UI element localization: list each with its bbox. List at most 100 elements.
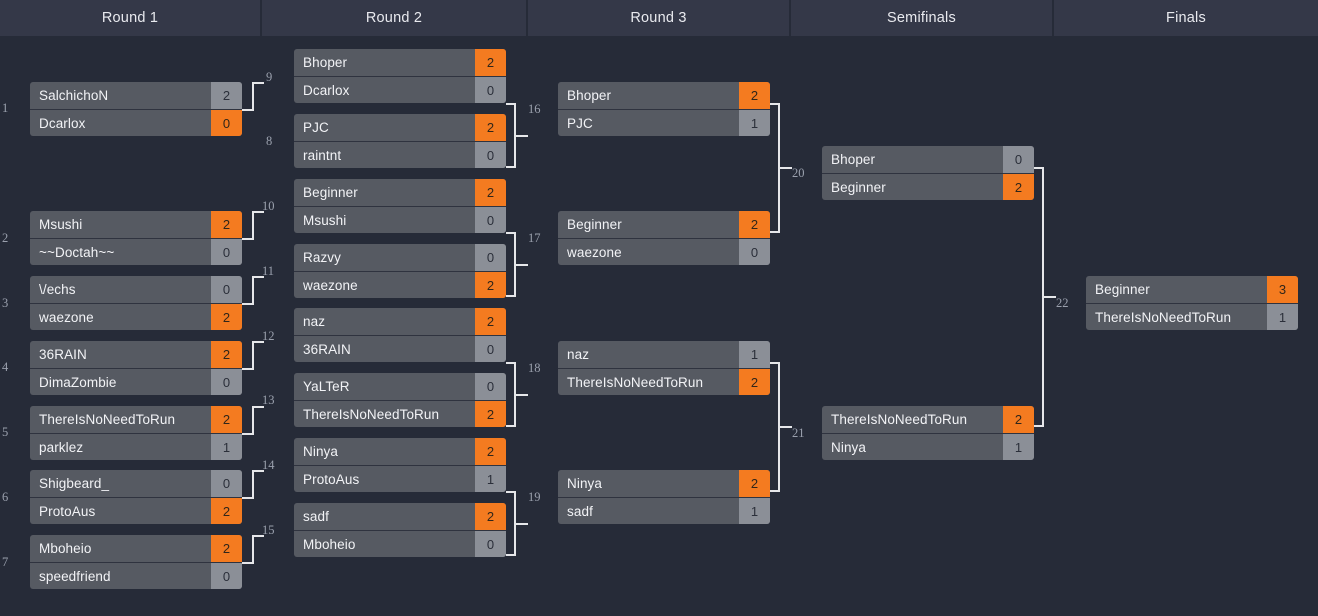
player-name: Bhoper (303, 55, 348, 70)
match-box[interactable]: YaLTeR 0 ThereIsNoNeedToRun 2 (294, 373, 506, 427)
match-slot[interactable]: Razvy 0 (294, 244, 506, 271)
match-slot[interactable]: sadf 2 (294, 503, 506, 530)
match-number: 18 (528, 361, 541, 375)
match-box[interactable]: Mboheio 2 speedfriend 0 (30, 535, 242, 589)
player-name: 36RAIN (39, 347, 87, 362)
match-slot[interactable]: Beginner 2 (822, 173, 1034, 200)
match-number: 6 (2, 490, 9, 504)
match-slot[interactable]: Bhoper 2 (294, 49, 506, 76)
match-box[interactable]: SalchichoN 2 Dcarlox 0 (30, 82, 242, 136)
match-box[interactable]: Beginner 2 Msushi 0 (294, 179, 506, 233)
match-box[interactable]: Bhoper 2 PJC 1 (558, 82, 770, 136)
player-score: 0 (211, 470, 242, 497)
match-slot[interactable]: Ninya 1 (822, 433, 1034, 460)
match-slot[interactable]: \/echs 0 (30, 276, 242, 303)
match-slot[interactable]: ProtoAus 1 (294, 465, 506, 492)
match-slot[interactable]: DimaZombie 0 (30, 368, 242, 395)
match-box[interactable]: \/echs 0 waezone 2 (30, 276, 242, 330)
player-name: Beginner (567, 217, 622, 232)
match-slot[interactable]: Msushi 0 (294, 206, 506, 233)
player-score: 2 (475, 401, 506, 427)
player-score: 1 (475, 466, 506, 492)
player-score: 2 (739, 369, 770, 395)
conn-sf-pair-20-21 (1034, 167, 1056, 427)
player-name: naz (567, 347, 590, 362)
match-box[interactable]: Ninya 2 sadf 1 (558, 470, 770, 524)
match-box[interactable]: naz 1 ThereIsNoNeedToRun 2 (558, 341, 770, 395)
match-slot[interactable]: 36RAIN 0 (294, 335, 506, 362)
player-score: 0 (475, 336, 506, 362)
match-box[interactable]: ThereIsNoNeedToRun 2 parklez 1 (30, 406, 242, 460)
match-box[interactable]: 36RAIN 2 DimaZombie 0 (30, 341, 242, 395)
player-name: parklez (39, 439, 84, 455)
match-box[interactable]: naz 2 36RAIN 0 (294, 308, 506, 362)
match-number: 10 (262, 199, 275, 213)
match-slot[interactable]: ThereIsNoNeedToRun 1 (1086, 303, 1298, 330)
match-slot[interactable]: ThereIsNoNeedToRun 2 (294, 400, 506, 427)
player-name: raintnt (303, 147, 342, 163)
match-slot[interactable]: waezone 2 (30, 303, 242, 330)
match-slot[interactable]: naz 1 (558, 341, 770, 368)
match-box[interactable]: Razvy 0 waezone 2 (294, 244, 506, 298)
conn-r3-pair-18-19 (770, 362, 792, 492)
match-slot[interactable]: Mboheio 2 (30, 535, 242, 562)
match-box[interactable]: Shigbeard_ 0 ProtoAus 2 (30, 470, 242, 524)
match-slot[interactable]: ThereIsNoNeedToRun 2 (558, 368, 770, 395)
match-slot[interactable]: Bhoper 0 (822, 146, 1034, 173)
match-slot[interactable]: SalchichoN 2 (30, 82, 242, 109)
conn-m3-to-m11 (242, 276, 264, 305)
match-slot[interactable]: Beginner 3 (1086, 276, 1298, 303)
player-name: PJC (567, 115, 593, 131)
connector-segment (778, 167, 792, 169)
match-slot[interactable]: PJC 1 (558, 109, 770, 136)
player-name: Bhoper (567, 88, 612, 103)
player-score: 0 (1003, 146, 1034, 173)
match-slot[interactable]: parklez 1 (30, 433, 242, 460)
match-slot[interactable]: waezone 0 (558, 238, 770, 265)
match-slot[interactable]: Ninya 2 (294, 438, 506, 465)
match-slot[interactable]: speedfriend 0 (30, 562, 242, 589)
player-score: 2 (211, 211, 242, 238)
match-slot[interactable]: PJC 2 (294, 114, 506, 141)
match-slot[interactable]: ~~Doctah~~ 0 (30, 238, 242, 265)
match-box[interactable]: Ninya 2 ProtoAus 1 (294, 438, 506, 492)
connector-segment (252, 276, 254, 305)
match-slot[interactable]: 36RAIN 2 (30, 341, 242, 368)
match-slot[interactable]: ThereIsNoNeedToRun 2 (30, 406, 242, 433)
connector-segment (514, 394, 528, 396)
player-name: ThereIsNoNeedToRun (567, 374, 704, 390)
match-box[interactable]: Bhoper 2 Dcarlox 0 (294, 49, 506, 103)
match-slot[interactable]: Dcarlox 0 (294, 76, 506, 103)
round-header-1: Round 1 (0, 0, 262, 36)
match-slot[interactable]: ThereIsNoNeedToRun 2 (822, 406, 1034, 433)
match-box[interactable]: Beginner 3 ThereIsNoNeedToRun 1 (1086, 276, 1298, 330)
player-name: YaLTeR (303, 379, 350, 394)
match-slot[interactable]: YaLTeR 0 (294, 373, 506, 400)
match-box[interactable]: sadf 2 Mboheio 0 (294, 503, 506, 557)
match-box[interactable]: Beginner 2 waezone 0 (558, 211, 770, 265)
match-number: 3 (2, 296, 9, 310)
match-slot[interactable]: waezone 2 (294, 271, 506, 298)
match-box[interactable]: ThereIsNoNeedToRun 2 Ninya 1 (822, 406, 1034, 460)
match-slot[interactable]: Beginner 2 (294, 179, 506, 206)
match-slot[interactable]: Bhoper 2 (558, 82, 770, 109)
player-name: waezone (567, 244, 622, 260)
match-slot[interactable]: Msushi 2 (30, 211, 242, 238)
match-slot[interactable]: ProtoAus 2 (30, 497, 242, 524)
match-number: 16 (528, 102, 541, 116)
match-slot[interactable]: naz 2 (294, 308, 506, 335)
match-box[interactable]: Bhoper 0 Beginner 2 (822, 146, 1034, 200)
match-slot[interactable]: Shigbeard_ 0 (30, 470, 242, 497)
match-slot[interactable]: Mboheio 0 (294, 530, 506, 557)
conn-r3-pair-16-17 (770, 103, 792, 233)
match-slot[interactable]: Ninya 2 (558, 470, 770, 497)
match-slot[interactable]: sadf 1 (558, 497, 770, 524)
tournament-bracket: Round 1 Round 2 Round 3 Semifinals Finals Sa… (0, 0, 1318, 616)
connector-segment (252, 341, 254, 370)
player-score: 0 (475, 531, 506, 557)
match-box[interactable]: Msushi 2 ~~Doctah~~ 0 (30, 211, 242, 265)
match-box[interactable]: PJC 2 raintnt 0 (294, 114, 506, 168)
match-slot[interactable]: raintnt 0 (294, 141, 506, 168)
match-slot[interactable]: Dcarlox 0 (30, 109, 242, 136)
match-slot[interactable]: Beginner 2 (558, 211, 770, 238)
